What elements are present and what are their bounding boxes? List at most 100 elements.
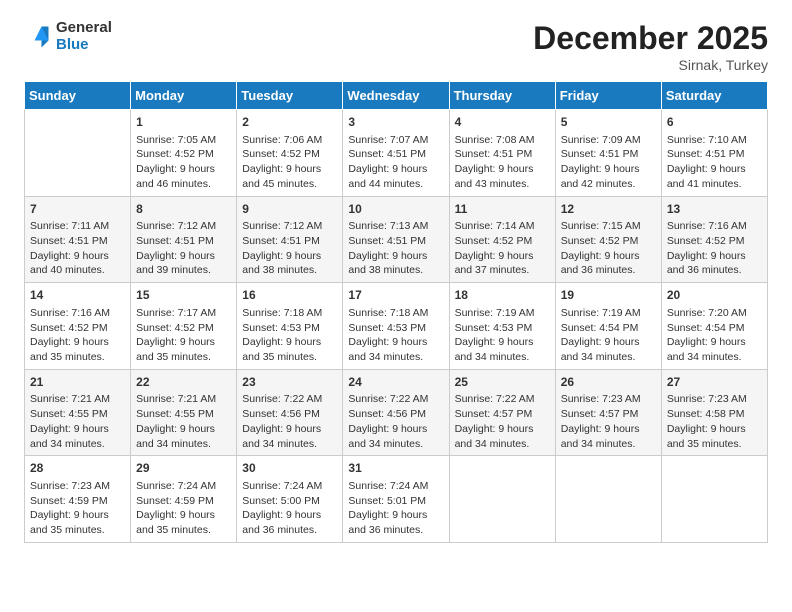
day-number: 24 bbox=[348, 374, 443, 391]
calendar-cell: 28 Sunrise: 7:23 AM Sunset: 4:59 PM Dayli… bbox=[25, 456, 131, 543]
calendar-cell: 10Sunrise: 7:13 AM Sunset: 4:51 PM Dayli… bbox=[343, 196, 449, 283]
logo: General Blue bbox=[24, 20, 112, 53]
calendar-week-row: 21Sunrise: 7:21 AM Sunset: 4:55 PM Dayli… bbox=[25, 369, 768, 456]
day-number: 6 bbox=[667, 114, 762, 131]
calendar-cell bbox=[555, 456, 661, 543]
calendar-week-row: 1 Sunrise: 7:05 AM Sunset: 4:52 PM Daylig… bbox=[25, 110, 768, 197]
day-info: Sunrise: 7:12 AM Sunset: 4:51 PM Dayligh… bbox=[242, 219, 337, 278]
day-number: 14 bbox=[30, 287, 125, 304]
day-info: Sunrise: 7:18 AM Sunset: 4:53 PM Dayligh… bbox=[348, 306, 443, 365]
day-info: Sunrise: 7:23 AM Sunset: 4:59 PM Dayligh… bbox=[30, 479, 125, 538]
day-info: Sunrise: 7:05 AM Sunset: 4:52 PM Dayligh… bbox=[136, 133, 231, 192]
day-info: Sunrise: 7:11 AM Sunset: 4:51 PM Dayligh… bbox=[30, 219, 125, 278]
day-info: Sunrise: 7:24 AM Sunset: 5:01 PM Dayligh… bbox=[348, 479, 443, 538]
day-info: Sunrise: 7:12 AM Sunset: 4:51 PM Dayligh… bbox=[136, 219, 231, 278]
calendar-cell: 21Sunrise: 7:21 AM Sunset: 4:55 PM Dayli… bbox=[25, 369, 131, 456]
calendar-cell: 17 Sunrise: 7:18 AM Sunset: 4:53 PM Dayli… bbox=[343, 283, 449, 370]
calendar-cell: 18 Sunrise: 7:19 AM Sunset: 4:53 PM Dayli… bbox=[449, 283, 555, 370]
day-info: Sunrise: 7:17 AM Sunset: 4:52 PM Dayligh… bbox=[136, 306, 231, 365]
calendar-cell: 15 Sunrise: 7:17 AM Sunset: 4:52 PM Dayli… bbox=[131, 283, 237, 370]
day-number: 11 bbox=[455, 201, 550, 218]
day-number: 31 bbox=[348, 460, 443, 477]
calendar-cell: 30 Sunrise: 7:24 AM Sunset: 5:00 PM Dayli… bbox=[237, 456, 343, 543]
day-info: Sunrise: 7:09 AM Sunset: 4:51 PM Dayligh… bbox=[561, 133, 656, 192]
day-info: Sunrise: 7:24 AM Sunset: 4:59 PM Dayligh… bbox=[136, 479, 231, 538]
calendar-cell: 6 Sunrise: 7:10 AM Sunset: 4:51 PM Daylig… bbox=[661, 110, 767, 197]
calendar-cell: 11Sunrise: 7:14 AM Sunset: 4:52 PM Dayli… bbox=[449, 196, 555, 283]
day-number: 4 bbox=[455, 114, 550, 131]
day-number: 16 bbox=[242, 287, 337, 304]
day-number: 9 bbox=[242, 201, 337, 218]
calendar-cell: 14 Sunrise: 7:16 AM Sunset: 4:52 PM Dayli… bbox=[25, 283, 131, 370]
col-header-thursday: Thursday bbox=[449, 82, 555, 110]
calendar-cell: 1 Sunrise: 7:05 AM Sunset: 4:52 PM Daylig… bbox=[131, 110, 237, 197]
day-number: 26 bbox=[561, 374, 656, 391]
day-info: Sunrise: 7:24 AM Sunset: 5:00 PM Dayligh… bbox=[242, 479, 337, 538]
calendar-cell: 23Sunrise: 7:22 AM Sunset: 4:56 PM Dayli… bbox=[237, 369, 343, 456]
day-info: Sunrise: 7:08 AM Sunset: 4:51 PM Dayligh… bbox=[455, 133, 550, 192]
day-info: Sunrise: 7:20 AM Sunset: 4:54 PM Dayligh… bbox=[667, 306, 762, 365]
day-info: Sunrise: 7:10 AM Sunset: 4:51 PM Dayligh… bbox=[667, 133, 762, 192]
day-info: Sunrise: 7:06 AM Sunset: 4:52 PM Dayligh… bbox=[242, 133, 337, 192]
page-header: General Blue December 2025 Sirnak, Turke… bbox=[24, 20, 768, 73]
logo-text: General Blue bbox=[56, 20, 112, 53]
col-header-sunday: Sunday bbox=[25, 82, 131, 110]
calendar-cell: 26Sunrise: 7:23 AM Sunset: 4:57 PM Dayli… bbox=[555, 369, 661, 456]
calendar-cell: 16 Sunrise: 7:18 AM Sunset: 4:53 PM Dayli… bbox=[237, 283, 343, 370]
calendar-cell: 31 Sunrise: 7:24 AM Sunset: 5:01 PM Dayli… bbox=[343, 456, 449, 543]
calendar-cell: 13Sunrise: 7:16 AM Sunset: 4:52 PM Dayli… bbox=[661, 196, 767, 283]
day-info: Sunrise: 7:23 AM Sunset: 4:57 PM Dayligh… bbox=[561, 392, 656, 451]
day-number: 1 bbox=[136, 114, 231, 131]
day-number: 12 bbox=[561, 201, 656, 218]
day-number: 19 bbox=[561, 287, 656, 304]
calendar-cell bbox=[25, 110, 131, 197]
calendar-cell: 29 Sunrise: 7:24 AM Sunset: 4:59 PM Dayli… bbox=[131, 456, 237, 543]
day-number: 13 bbox=[667, 201, 762, 218]
day-info: Sunrise: 7:21 AM Sunset: 4:55 PM Dayligh… bbox=[136, 392, 231, 451]
day-number: 28 bbox=[30, 460, 125, 477]
calendar-cell: 20Sunrise: 7:20 AM Sunset: 4:54 PM Dayli… bbox=[661, 283, 767, 370]
calendar-cell: 24Sunrise: 7:22 AM Sunset: 4:56 PM Dayli… bbox=[343, 369, 449, 456]
day-info: Sunrise: 7:19 AM Sunset: 4:54 PM Dayligh… bbox=[561, 306, 656, 365]
day-number: 18 bbox=[455, 287, 550, 304]
day-info: Sunrise: 7:19 AM Sunset: 4:53 PM Dayligh… bbox=[455, 306, 550, 365]
day-info: Sunrise: 7:07 AM Sunset: 4:51 PM Dayligh… bbox=[348, 133, 443, 192]
day-number: 17 bbox=[348, 287, 443, 304]
day-number: 27 bbox=[667, 374, 762, 391]
col-header-monday: Monday bbox=[131, 82, 237, 110]
day-number: 25 bbox=[455, 374, 550, 391]
logo-general: General bbox=[56, 20, 112, 37]
calendar-cell: 25Sunrise: 7:22 AM Sunset: 4:57 PM Dayli… bbox=[449, 369, 555, 456]
day-info: Sunrise: 7:22 AM Sunset: 4:57 PM Dayligh… bbox=[455, 392, 550, 451]
day-number: 29 bbox=[136, 460, 231, 477]
calendar-cell bbox=[449, 456, 555, 543]
logo-icon bbox=[24, 23, 52, 51]
day-number: 5 bbox=[561, 114, 656, 131]
day-info: Sunrise: 7:13 AM Sunset: 4:51 PM Dayligh… bbox=[348, 219, 443, 278]
day-info: Sunrise: 7:14 AM Sunset: 4:52 PM Dayligh… bbox=[455, 219, 550, 278]
calendar-cell bbox=[661, 456, 767, 543]
day-number: 7 bbox=[30, 201, 125, 218]
location: Sirnak, Turkey bbox=[533, 57, 768, 73]
calendar-table: SundayMondayTuesdayWednesdayThursdayFrid… bbox=[24, 81, 768, 543]
calendar-cell: 22Sunrise: 7:21 AM Sunset: 4:55 PM Dayli… bbox=[131, 369, 237, 456]
day-number: 15 bbox=[136, 287, 231, 304]
logo-blue: Blue bbox=[56, 37, 112, 54]
month-title: December 2025 bbox=[533, 20, 768, 57]
calendar-week-row: 28 Sunrise: 7:23 AM Sunset: 4:59 PM Dayli… bbox=[25, 456, 768, 543]
day-number: 30 bbox=[242, 460, 337, 477]
calendar-cell: 7Sunrise: 7:11 AM Sunset: 4:51 PM Daylig… bbox=[25, 196, 131, 283]
calendar-cell: 19 Sunrise: 7:19 AM Sunset: 4:54 PM Dayli… bbox=[555, 283, 661, 370]
col-header-wednesday: Wednesday bbox=[343, 82, 449, 110]
day-info: Sunrise: 7:16 AM Sunset: 4:52 PM Dayligh… bbox=[30, 306, 125, 365]
day-info: Sunrise: 7:22 AM Sunset: 4:56 PM Dayligh… bbox=[242, 392, 337, 451]
day-number: 22 bbox=[136, 374, 231, 391]
calendar-cell: 12Sunrise: 7:15 AM Sunset: 4:52 PM Dayli… bbox=[555, 196, 661, 283]
day-info: Sunrise: 7:18 AM Sunset: 4:53 PM Dayligh… bbox=[242, 306, 337, 365]
col-header-tuesday: Tuesday bbox=[237, 82, 343, 110]
day-number: 10 bbox=[348, 201, 443, 218]
calendar-cell: 8Sunrise: 7:12 AM Sunset: 4:51 PM Daylig… bbox=[131, 196, 237, 283]
col-header-friday: Friday bbox=[555, 82, 661, 110]
calendar-week-row: 14 Sunrise: 7:16 AM Sunset: 4:52 PM Dayli… bbox=[25, 283, 768, 370]
day-info: Sunrise: 7:15 AM Sunset: 4:52 PM Dayligh… bbox=[561, 219, 656, 278]
